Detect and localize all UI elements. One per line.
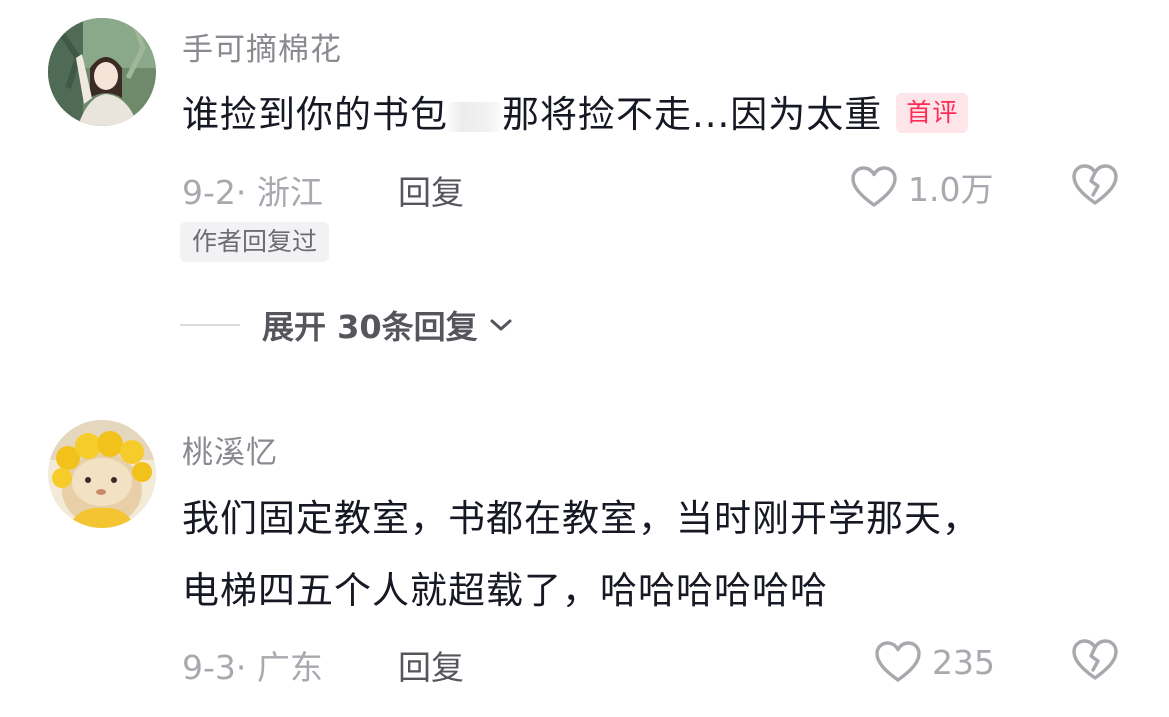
comment-text-part: 谁捡到你的书包 <box>182 93 448 136</box>
broken-heart-icon <box>1072 164 1118 205</box>
dislike-button[interactable] <box>1071 163 1119 211</box>
reply-button[interactable]: 回复 <box>398 166 464 214</box>
heart-outline-icon <box>875 641 921 682</box>
comment-username[interactable]: 桃溪忆 <box>182 427 278 472</box>
reply-button[interactable]: 回复 <box>398 641 464 689</box>
first-comment-badge: 首评 <box>896 92 969 133</box>
comment-text: 谁捡到你的书包 那将捡不走...因为太重 首评 <box>182 84 969 146</box>
broken-heart-icon <box>1072 639 1118 680</box>
avatar-image <box>48 420 156 528</box>
like-count: 1.0万 <box>908 170 994 209</box>
divider-line <box>180 324 240 326</box>
chevron-down-icon <box>490 319 512 331</box>
avatar[interactable] <box>48 18 156 126</box>
like-button[interactable]: 235 <box>874 636 995 688</box>
comment-text-part: 那将捡不走...因为太重 <box>502 93 883 136</box>
comment-date-location: 9-3· 广东 <box>182 648 323 687</box>
blurred-text-mask <box>444 101 506 132</box>
like-count: 235 <box>932 642 995 682</box>
avatar[interactable] <box>48 420 156 528</box>
heart-outline-icon <box>851 166 897 207</box>
author-replied-tag: 作者回复过 <box>180 222 330 262</box>
comment-date-location: 9-2· 浙江 <box>182 173 323 212</box>
comment-text-line: 我们固定教室，书都在教室，当时刚开学那天， <box>182 497 980 540</box>
comment-text-line: 电梯四五个人就超载了，哈哈哈哈哈哈 <box>182 569 828 612</box>
dislike-button[interactable] <box>1071 638 1119 686</box>
expand-replies-button[interactable]: 展开 30条回复 <box>180 302 514 348</box>
comment-username[interactable]: 手可摘棉花 <box>182 24 342 69</box>
expand-replies-label: 展开 30条回复 <box>262 308 478 346</box>
like-button[interactable]: 1.0万 <box>850 161 993 213</box>
avatar-image <box>48 18 156 126</box>
